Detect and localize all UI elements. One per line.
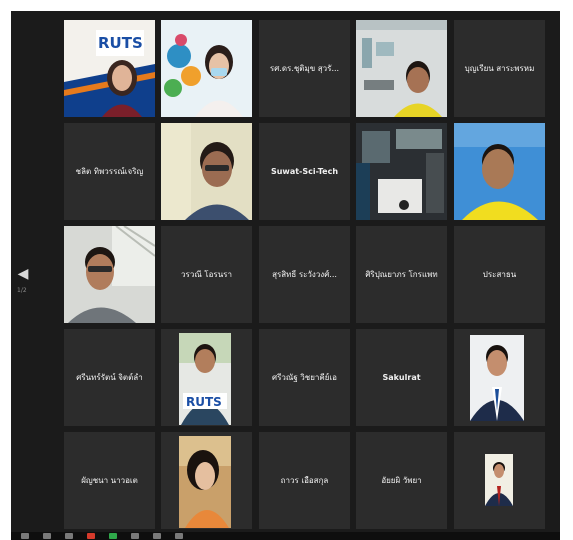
participant-name: ถาวร เอื้อสกุล [280, 475, 329, 485]
participant-tile[interactable]: ศิริปุณยาภร โกรแพท [356, 226, 447, 323]
participant-photo [470, 335, 524, 421]
gallery-grid: RUTS รศ.ดร.ชุติมุข สุวรั... บุญเรียน สาร… [64, 20, 546, 529]
participant-video [454, 123, 545, 220]
participant-tile[interactable]: ถาวร เอื้อสกุล [259, 432, 350, 529]
chat-icon[interactable] [131, 533, 139, 539]
video-conference-window: ◀ 1/2 RUTS รศ.ดร.ชุติมุข สุวรั... บุญเรี… [11, 11, 560, 540]
participant-name: อัยยผิ วัพยา [381, 475, 422, 485]
participant-name: สุรสิทธิ์ ระวังวงศ์... [272, 269, 337, 279]
reactions-icon[interactable] [175, 533, 183, 539]
participant-name: Suwat-Sci-Tech [270, 166, 339, 176]
participant-name: ผัญชนา นาวอเต [81, 475, 138, 485]
participant-tile[interactable]: ชลิต ทิพวรรณ์เจริญ [64, 123, 155, 220]
participant-tile[interactable] [356, 20, 447, 117]
share-screen-icon[interactable] [109, 533, 117, 539]
video-icon[interactable] [43, 533, 51, 539]
participant-tile[interactable]: อัยยผิ วัพยา [356, 432, 447, 529]
participant-name: Sakulrat [382, 372, 421, 382]
participant-tile-active-speaker[interactable] [454, 123, 545, 220]
participant-tile[interactable]: ประสาธน [454, 226, 545, 323]
participant-photo [179, 436, 231, 528]
participant-name: ชลิต ทิพวรรณ์เจริญ [75, 166, 144, 176]
participant-tile[interactable]: Sakulrat [356, 329, 447, 426]
chevron-left-icon: ◀ [17, 266, 29, 282]
stop-share-icon[interactable] [87, 533, 95, 539]
participant-name: ศรีวณัฐ วิชยาคีย์เอ [272, 372, 337, 382]
participant-tile[interactable]: RUTS [64, 20, 155, 117]
participants-icon[interactable] [65, 533, 73, 539]
participant-tile[interactable] [356, 123, 447, 220]
participant-tile[interactable]: ศรีนทร์รัตน์ จิตต์ล้ำ [64, 329, 155, 426]
participant-name: ศิริปุณยาภร โกรแพท [365, 269, 438, 279]
participant-tile[interactable]: ศรีวณัฐ วิชยาคีย์เอ [259, 329, 350, 426]
page-indicator: 1/2 [17, 287, 27, 294]
participant-name: บุญเรียน สาระพรหม [464, 63, 535, 73]
participant-tile[interactable]: รศ.ดร.ชุติมุข สุวรั... [259, 20, 350, 117]
meeting-toolbar [11, 532, 560, 540]
participant-video [161, 123, 252, 220]
participant-name: ศรีนทร์รัตน์ จิตต์ล้ำ [76, 372, 143, 382]
participant-tile[interactable] [161, 20, 252, 117]
participant-tile[interactable]: ผัญชนา นาวอเต [64, 432, 155, 529]
participant-tile[interactable]: สุรสิทธิ์ ระวังวงศ์... [259, 226, 350, 323]
participant-tile[interactable]: บุญเรียน สาระพรหม [454, 20, 545, 117]
mute-icon[interactable] [21, 533, 29, 539]
participant-name: ประสาธน [482, 269, 517, 279]
participant-tile[interactable] [161, 432, 252, 529]
participant-tile[interactable]: RUTS [161, 329, 252, 426]
participant-tile[interactable]: Suwat-Sci-Tech [259, 123, 350, 220]
record-icon[interactable] [153, 533, 161, 539]
participant-video: RUTS [64, 20, 155, 117]
participant-name: วรวณี โอรนรา [181, 269, 232, 279]
participant-photo [485, 454, 513, 506]
participant-tile[interactable]: วรวณี โอรนรา [161, 226, 252, 323]
ruts-logo-text: RUTS [186, 395, 222, 409]
participant-video [64, 226, 155, 323]
participant-video [161, 20, 252, 117]
participant-tile[interactable] [454, 329, 545, 426]
participant-photo: RUTS [179, 333, 231, 425]
participant-tile[interactable] [64, 226, 155, 323]
participant-tile[interactable] [454, 432, 545, 529]
participant-video [356, 20, 447, 117]
participant-name: รศ.ดร.ชุติมุข สุวรั... [269, 63, 340, 73]
ruts-logo-text: RUTS [98, 34, 143, 52]
previous-page-button[interactable]: ◀ [15, 263, 31, 285]
participant-video [356, 123, 447, 220]
participant-tile[interactable] [161, 123, 252, 220]
